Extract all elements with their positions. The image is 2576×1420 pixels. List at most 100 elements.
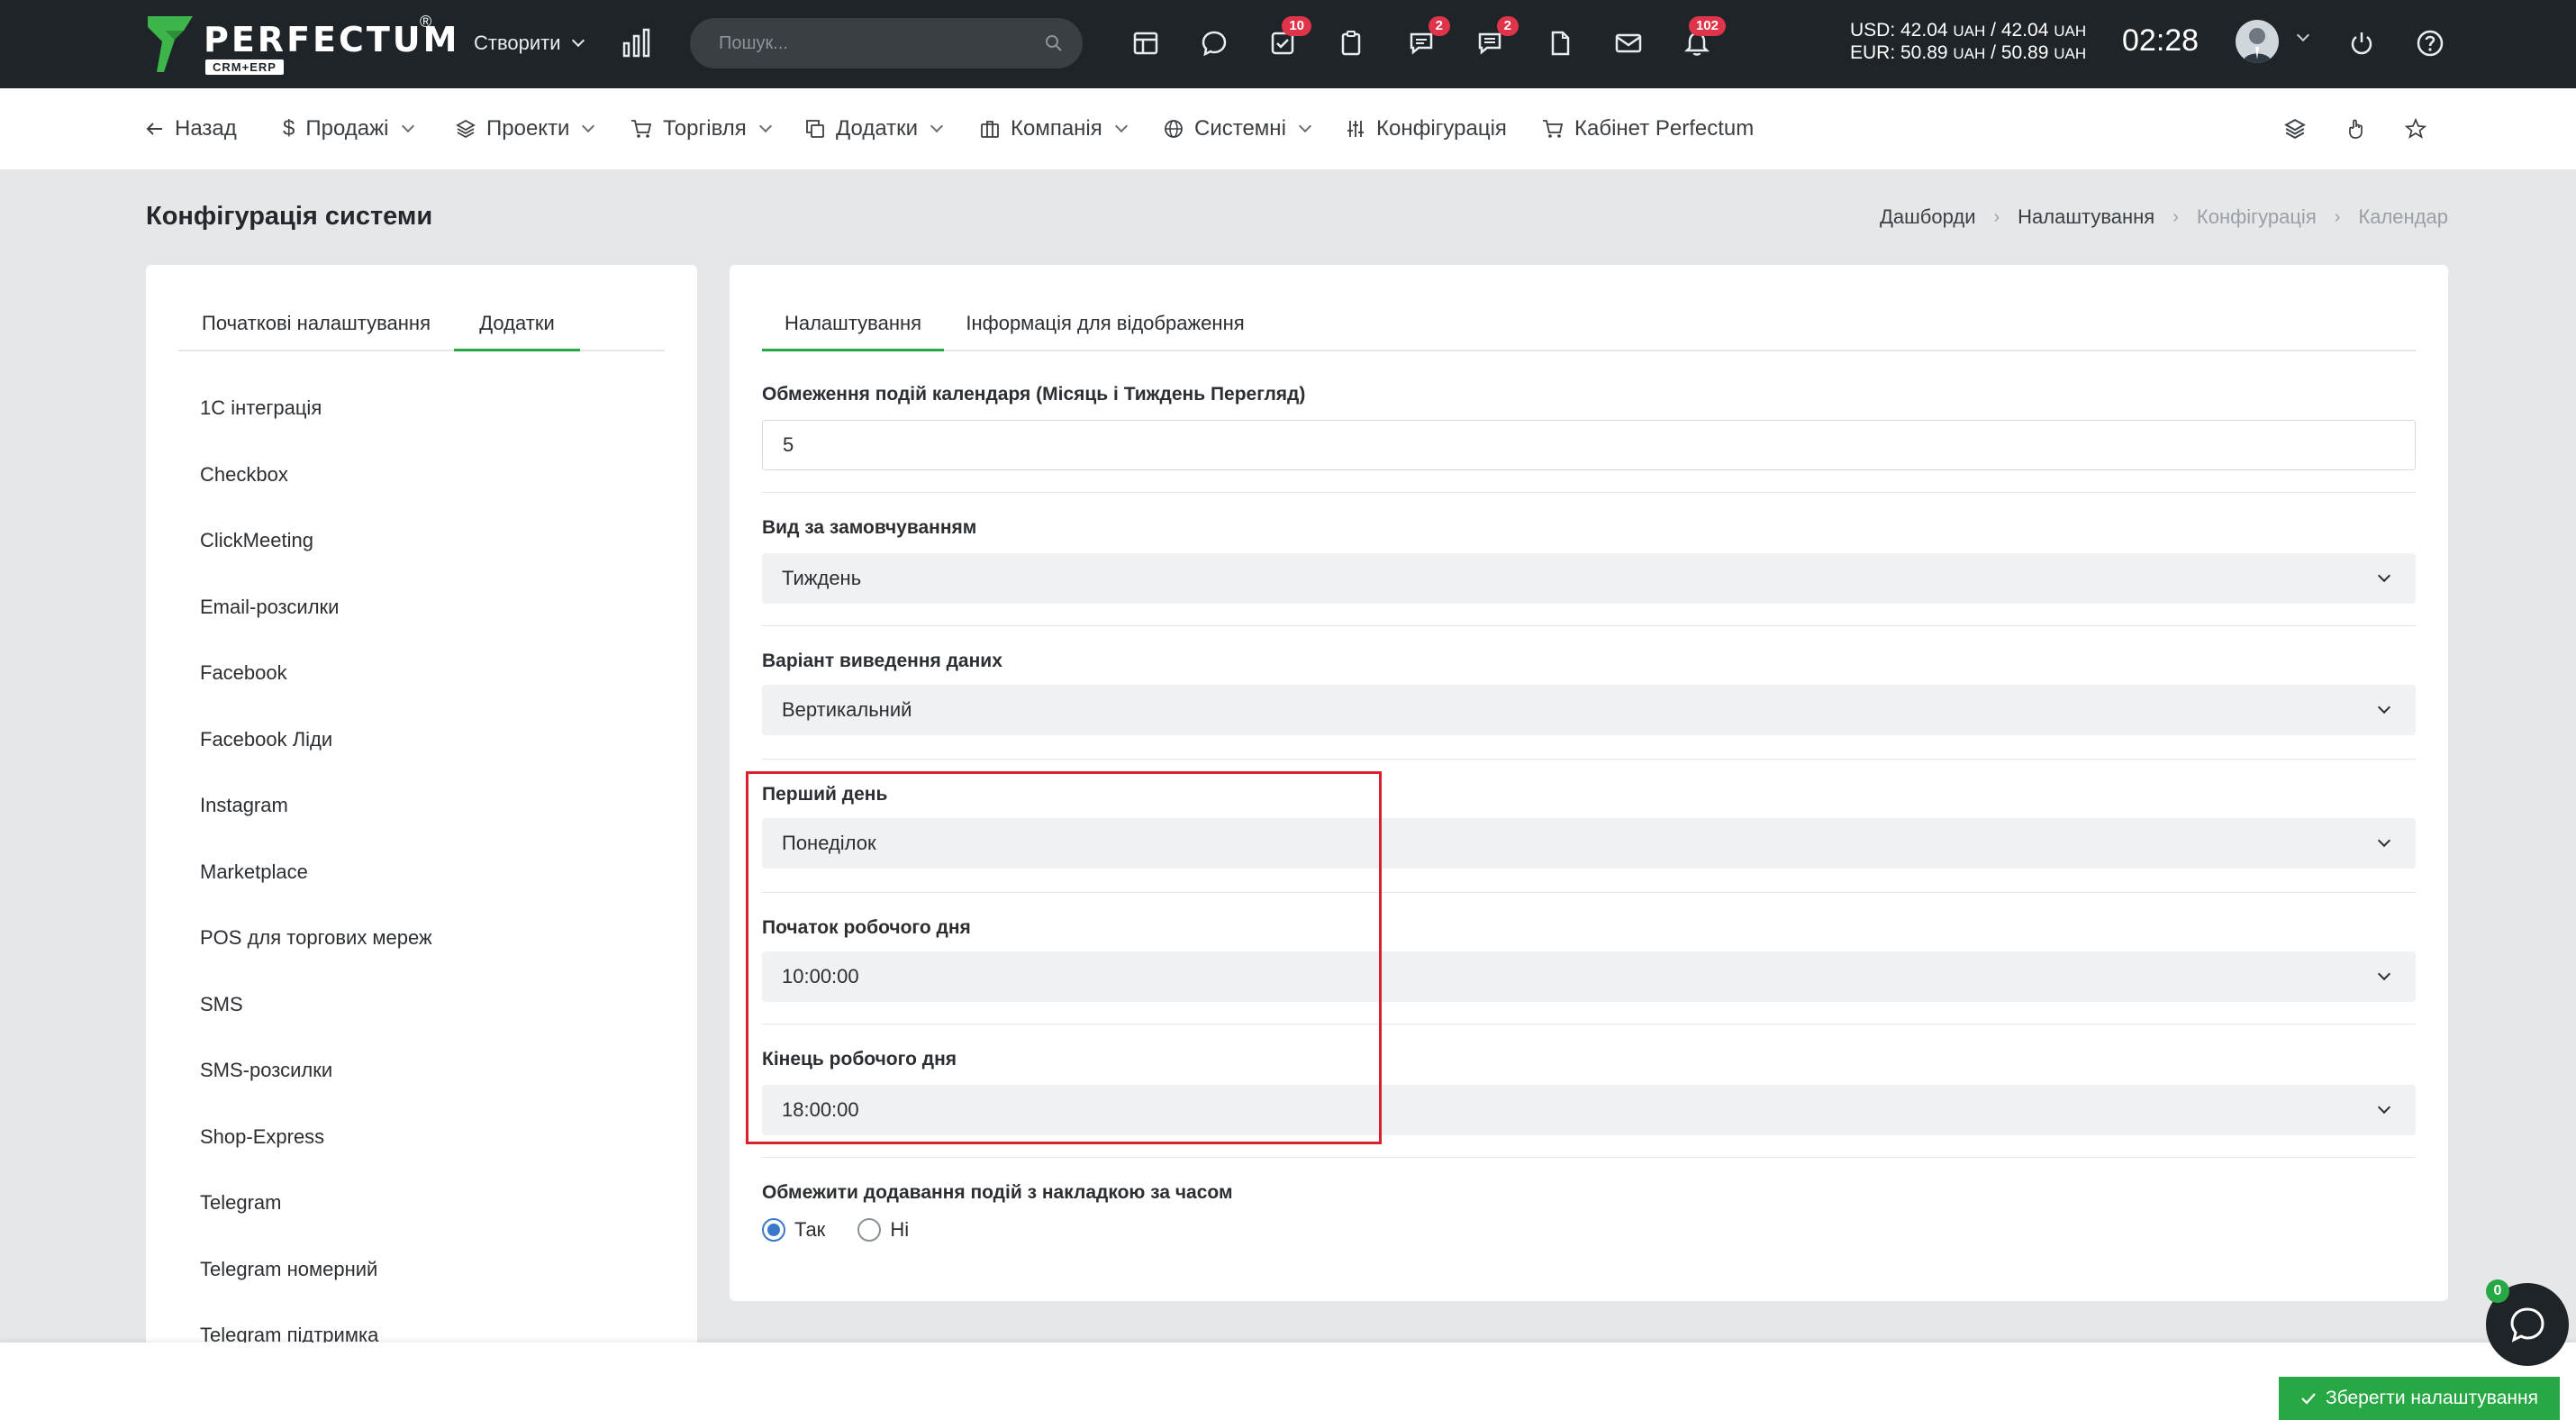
layers-toggle[interactable]: [2284, 115, 2306, 142]
help-icon[interactable]: [2412, 25, 2448, 61]
sidebar-item-clickmeeting[interactable]: ClickMeeting: [200, 527, 432, 594]
breadcrumb-config[interactable]: Конфігурація: [2197, 205, 2317, 229]
create-dropdown-button[interactable]: Створити: [474, 27, 585, 59]
chevron-right-icon: ›: [2334, 206, 2341, 227]
tab-display-info[interactable]: Інформація для відображення: [957, 305, 1254, 351]
chevron-down-icon: [2377, 700, 2391, 715]
chevron-down-icon: [2377, 1100, 2391, 1115]
overlap-yes-radio[interactable]: [762, 1218, 785, 1242]
bar-chart-icon[interactable]: [621, 27, 652, 58]
tasks-check-icon[interactable]: 10: [1265, 16, 1311, 61]
globe-icon: [1165, 120, 1183, 138]
event-limit-label: Обмеження подій календаря (Місяць і Тижд…: [762, 384, 1306, 405]
perfectum-logo[interactable]: PERFECTUM CRM+ERP ®: [144, 13, 457, 76]
arrow-left-icon: [146, 123, 162, 135]
breadcrumb-dashboards[interactable]: Дашборди: [1880, 205, 1975, 229]
nav-addons-label: Додатки: [836, 116, 919, 141]
tab-addons[interactable]: Додатки: [454, 305, 580, 351]
usd-rate-value-2: / 42.04: [1985, 20, 2049, 41]
mail-icon[interactable]: [1610, 25, 1646, 61]
sidebar-item-instagram[interactable]: Instagram: [200, 792, 432, 859]
sidebar-item-checkbox[interactable]: Checkbox: [200, 461, 432, 528]
nav-system[interactable]: Системні: [1164, 115, 1311, 142]
hand-icon: [2349, 119, 2363, 139]
nav-addons[interactable]: Додатки: [805, 115, 944, 142]
sidebar-item-1c[interactable]: 1C інтеграція: [200, 395, 432, 461]
clock: 02:28: [2122, 23, 2200, 58]
overlap-no-label: Ні: [890, 1218, 910, 1241]
work-start-select[interactable]: 10:00:00: [762, 951, 2416, 1002]
page-title: Конфігурація системи: [146, 202, 433, 231]
nav-config[interactable]: Конфігурація: [1346, 115, 1507, 142]
sidebar-item-telegram[interactable]: Telegram: [200, 1189, 432, 1256]
sidebar-item-facebook[interactable]: Facebook: [200, 660, 432, 726]
power-icon[interactable]: [2344, 25, 2380, 61]
create-label: Створити: [474, 32, 561, 54]
overlap-yes-label: Так: [794, 1218, 826, 1241]
sidebar-item-pos[interactable]: POS для торгових мереж: [200, 924, 432, 991]
favorites-button[interactable]: [2405, 115, 2426, 142]
chevron-down-icon: [2377, 833, 2391, 848]
eur-rate-unit-2: UAH: [2054, 45, 2087, 62]
nav-company-label: Компанія: [1011, 116, 1102, 141]
nav-trade[interactable]: Торгівля: [630, 115, 772, 142]
search-input[interactable]: [719, 32, 1043, 54]
nav-back[interactable]: Назад: [146, 115, 237, 142]
layers-icon: [2284, 119, 2306, 139]
output-variant-select[interactable]: Вертикальний: [762, 685, 2416, 735]
chat-bubble-icon[interactable]: [1196, 25, 1232, 61]
work-end-select[interactable]: 18:00:00: [762, 1085, 2416, 1135]
event-limit-input[interactable]: [762, 420, 2416, 470]
sidebar-item-sms[interactable]: SMS: [200, 991, 432, 1058]
notes-icon[interactable]: 2: [1472, 16, 1519, 61]
user-menu-chevron-icon[interactable]: [2296, 28, 2310, 42]
nav-company[interactable]: Компанія: [980, 115, 1128, 142]
chevron-down-icon: [1298, 119, 1311, 133]
addons-sidebar: Початкові налаштування Додатки 1C інтегр…: [146, 265, 697, 1420]
copy-icon: [806, 120, 824, 138]
sidebar-item-marketplace[interactable]: Marketplace: [200, 859, 432, 925]
default-view-select[interactable]: Тиждень: [762, 553, 2416, 604]
sidebar-item-sms-mailing[interactable]: SMS-розсилки: [200, 1057, 432, 1124]
nav-projects[interactable]: Проекти: [456, 115, 595, 142]
nav-back-label: Назад: [175, 116, 237, 141]
output-variant-label: Варіант виведення даних: [762, 651, 1002, 671]
footer-bar: [0, 1343, 2576, 1420]
sidebar-item-facebook-leads[interactable]: Facebook Ліди: [200, 726, 432, 793]
chevron-down-icon: [758, 119, 772, 133]
sidebar-item-telegram-number[interactable]: Telegram номерний: [200, 1256, 432, 1323]
document-icon[interactable]: [1542, 25, 1578, 61]
chevron-down-icon: [582, 119, 595, 133]
perfectum-logo-icon: [148, 16, 193, 72]
nav-cabinet[interactable]: Кабінет Perfectum: [1542, 115, 1754, 142]
eur-rate-value: EUR: 50.89: [1850, 42, 1948, 63]
tab-settings[interactable]: Налаштування: [762, 305, 944, 351]
sidebar-item-email[interactable]: Email-розсилки: [200, 594, 432, 660]
hand-pointer-button[interactable]: [2345, 115, 2367, 142]
breadcrumb-settings[interactable]: Налаштування: [2018, 205, 2154, 229]
nav-sales[interactable]: $ Продажі: [283, 115, 414, 142]
briefcase-icon: [981, 121, 999, 138]
user-avatar[interactable]: [2236, 20, 2279, 63]
sidebar-item-shop-express[interactable]: Shop-Express: [200, 1124, 432, 1190]
messages-icon[interactable]: 2: [1403, 16, 1450, 61]
search-icon[interactable]: [1045, 34, 1063, 52]
chat-bubble-icon: [2510, 1307, 2544, 1343]
chevron-down-icon: [1114, 119, 1128, 133]
overlap-limit-radios: Так Ні: [762, 1218, 909, 1242]
eur-rate-value-2: / 50.89: [1985, 42, 2049, 63]
calendar-settings-panel: Налаштування Інформація для відображення…: [730, 265, 2448, 1301]
work-end-label: Кінець робочого дня: [762, 1049, 957, 1070]
nav-cabinet-label: Кабінет Perfectum: [1574, 116, 1755, 141]
divider: [762, 625, 2416, 626]
first-day-select[interactable]: Понеділок: [762, 818, 2416, 869]
tab-initial-settings[interactable]: Початкові налаштування: [178, 305, 454, 351]
bell-icon[interactable]: 102: [1679, 16, 1726, 61]
clipboard-icon[interactable]: [1333, 25, 1369, 61]
chevron-down-icon: [2377, 967, 2391, 981]
save-settings-button[interactable]: Зберегти налаштування: [2279, 1377, 2560, 1420]
calendar-grid-icon[interactable]: [1128, 25, 1164, 61]
overlap-no-radio[interactable]: [857, 1218, 882, 1242]
logo-registered-mark: ®: [420, 13, 432, 31]
secondary-nav: Назад $ Продажі Проекти Торгівля Додатки…: [0, 88, 2576, 169]
